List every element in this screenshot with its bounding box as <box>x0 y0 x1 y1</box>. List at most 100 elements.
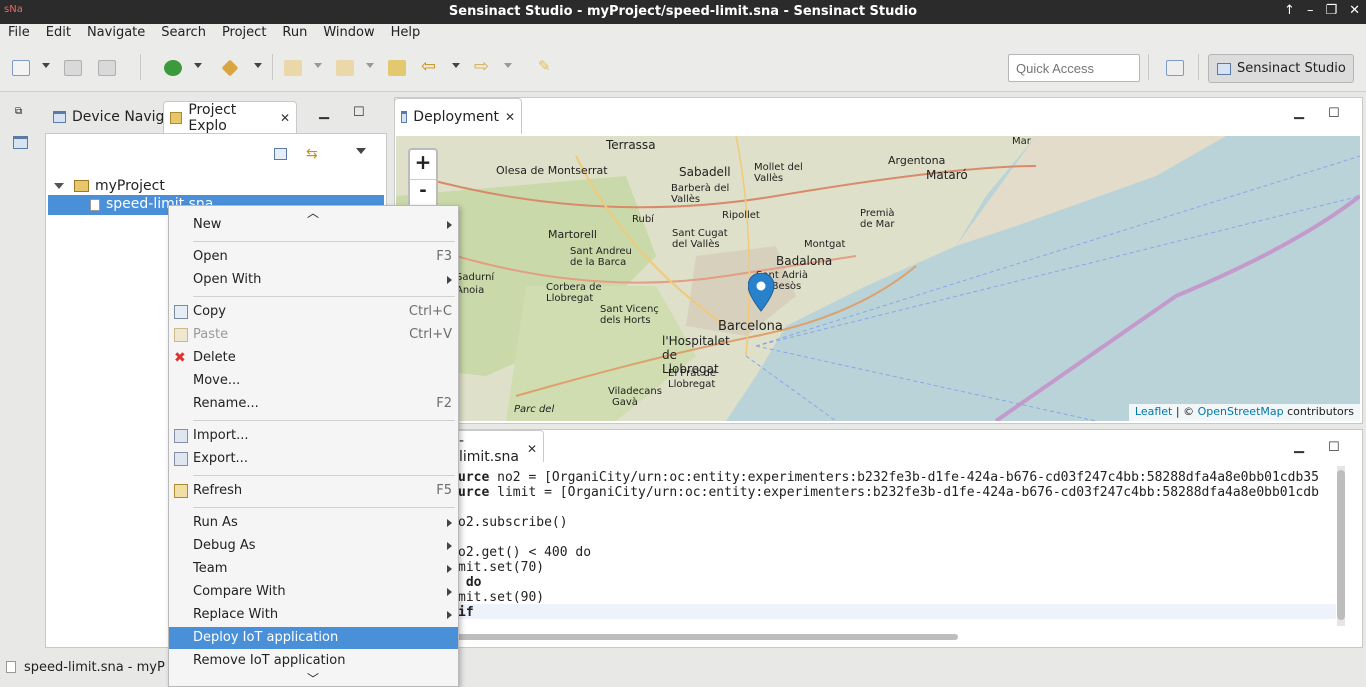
close-icon[interactable]: ✕ <box>505 110 515 124</box>
map-place-label: Martorell <box>548 228 597 241</box>
minimize-view-button[interactable]: ▁ <box>319 105 329 120</box>
maximize-view-button[interactable]: ☐ <box>1328 106 1340 121</box>
submenu-arrow-icon <box>447 588 452 596</box>
open-perspective-icon[interactable] <box>1166 60 1184 76</box>
vertical-scrollbar-thumb[interactable] <box>1337 470 1345 620</box>
map-view[interactable]: Terrassa Sabadell Olesa de Montserrat Ba… <box>396 136 1360 421</box>
menu-item-deploy-iot-application[interactable]: Deploy IoT application <box>169 627 458 649</box>
save-icon[interactable] <box>64 60 82 76</box>
vertical-scrollbar[interactable] <box>1337 466 1345 626</box>
maximize-view-button[interactable]: ☐ <box>353 105 365 120</box>
close-icon[interactable]: ✕ <box>280 111 290 125</box>
maximize-view-button[interactable]: ☐ <box>1328 440 1340 455</box>
menu-item-delete[interactable]: ✖ Delete <box>169 347 458 369</box>
menu-item-import[interactable]: Import... <box>169 425 458 447</box>
menu-item-new[interactable]: New <box>169 214 458 236</box>
new-dropdown-icon[interactable] <box>42 63 50 68</box>
map-place-label: Ripollet <box>722 210 760 221</box>
code-line: if <box>458 605 474 620</box>
zoom-in-button[interactable]: + <box>410 150 436 180</box>
minimize-view-button[interactable]: ▁ <box>1294 439 1304 454</box>
menu-item-export[interactable]: Export... <box>169 448 458 470</box>
menu-item-team[interactable]: Team <box>169 558 458 580</box>
next-annotation-icon[interactable] <box>284 60 302 76</box>
menu-window[interactable]: Window <box>315 24 382 44</box>
menu-item-open[interactable]: Open F3 <box>169 246 458 268</box>
tool-icon[interactable] <box>221 59 239 77</box>
menu-item-rename[interactable]: Rename... F2 <box>169 393 458 415</box>
map-place-label: Badalona <box>776 254 833 268</box>
tab-project-explorer[interactable]: Project Explo ✕ <box>163 101 297 134</box>
menu-item-open-with[interactable]: Open With <box>169 269 458 291</box>
scroll-down-icon[interactable]: ﹀ <box>307 670 319 687</box>
pin-window-icon[interactable]: ↑ <box>1284 3 1295 18</box>
next-annotation-dropdown-icon[interactable] <box>314 63 322 68</box>
quick-access-input[interactable] <box>1008 54 1140 82</box>
menu-item-shortcut: F5 <box>436 483 452 498</box>
new-icon[interactable] <box>12 60 30 76</box>
tab-device-navigator[interactable]: Device Navig <box>47 101 170 133</box>
tool-dropdown-icon[interactable] <box>254 63 262 68</box>
minimize-view-button[interactable]: ▁ <box>1294 105 1304 120</box>
save-all-icon[interactable] <box>98 60 116 76</box>
code-line: mit.set(70) <box>458 560 545 575</box>
menu-item-refresh[interactable]: Refresh F5 <box>169 480 458 502</box>
view-menu-icon[interactable] <box>356 148 366 154</box>
maximize-window-button[interactable]: ❐ <box>1325 3 1337 18</box>
refresh-icon <box>174 484 188 498</box>
menu-edit[interactable]: Edit <box>38 24 79 44</box>
menu-run[interactable]: Run <box>274 24 315 44</box>
link-with-editor-icon[interactable]: ⇆ <box>306 146 318 162</box>
menu-navigate[interactable]: Navigate <box>79 24 153 44</box>
close-icon[interactable]: ✕ <box>527 442 537 456</box>
map-marker-icon[interactable] <box>748 273 778 317</box>
submenu-arrow-icon <box>447 565 452 573</box>
menu-item-replace-with[interactable]: Replace With <box>169 604 458 626</box>
menu-item-move[interactable]: Move... <box>169 370 458 392</box>
leaflet-link[interactable]: Leaflet <box>1135 405 1172 418</box>
run-dropdown-icon[interactable] <box>194 63 202 68</box>
expand-icon[interactable] <box>54 183 64 189</box>
menu-item-debug-as[interactable]: Debug As <box>169 535 458 557</box>
last-edit-location-icon[interactable] <box>388 60 406 76</box>
menu-search[interactable]: Search <box>153 24 214 44</box>
osm-link[interactable]: OpenStreetMap <box>1198 405 1284 418</box>
run-icon[interactable] <box>164 60 182 76</box>
menu-separator <box>193 507 455 508</box>
menu-item-compare-with[interactable]: Compare With <box>169 581 458 603</box>
menu-file[interactable]: File <box>0 24 38 44</box>
map-place-label: Sant Vicenç dels Horts <box>600 304 659 326</box>
keyword: urce <box>458 470 490 485</box>
code-editor[interactable]: urce no2 = [OrganiCity/urn:oc:entity:exp… <box>396 462 1336 630</box>
previous-annotation-dropdown-icon[interactable] <box>366 63 374 68</box>
toolbar-separator <box>140 54 141 80</box>
pin-editor-icon[interactable]: ✎ <box>538 57 556 75</box>
menu-item-run-as[interactable]: Run As <box>169 512 458 534</box>
back-icon[interactable]: ⇦ <box>421 56 439 77</box>
menu-item-copy[interactable]: Copy Ctrl+C <box>169 301 458 323</box>
minimized-view-icon[interactable] <box>13 136 28 149</box>
tab-label: Deployment <box>413 108 499 125</box>
horizontal-scrollbar[interactable] <box>396 633 1336 641</box>
menu-project[interactable]: Project <box>214 24 274 44</box>
close-window-button[interactable]: ✕ <box>1349 3 1360 18</box>
back-dropdown-icon[interactable] <box>452 63 460 68</box>
previous-annotation-icon[interactable] <box>336 60 354 76</box>
delete-icon: ✖ <box>174 350 186 366</box>
forward-dropdown-icon[interactable] <box>504 63 512 68</box>
code-line: o2.subscribe() <box>458 515 568 530</box>
menu-item-remove-iot-application[interactable]: Remove IoT application <box>169 650 458 672</box>
tab-deployment[interactable]: Deployment ✕ <box>394 98 522 134</box>
menu-item-paste[interactable]: Paste Ctrl+V <box>169 324 458 346</box>
horizontal-scrollbar-thumb[interactable] <box>396 634 958 640</box>
perspective-button[interactable]: Sensinact Studio <box>1208 54 1354 83</box>
forward-icon[interactable]: ⇨ <box>474 56 492 77</box>
tree-item-project[interactable]: myProject <box>54 176 165 196</box>
map-place-label: Viladecans <box>608 386 662 397</box>
menu-help[interactable]: Help <box>383 24 429 44</box>
menu-item-label: Replace With <box>193 607 279 622</box>
menu-bar: File Edit Navigate Search Project Run Wi… <box>0 24 1366 44</box>
restore-icon[interactable]: ⧉ <box>15 106 22 117</box>
minimize-window-button[interactable]: – <box>1307 3 1314 18</box>
collapse-all-icon[interactable] <box>274 148 287 160</box>
